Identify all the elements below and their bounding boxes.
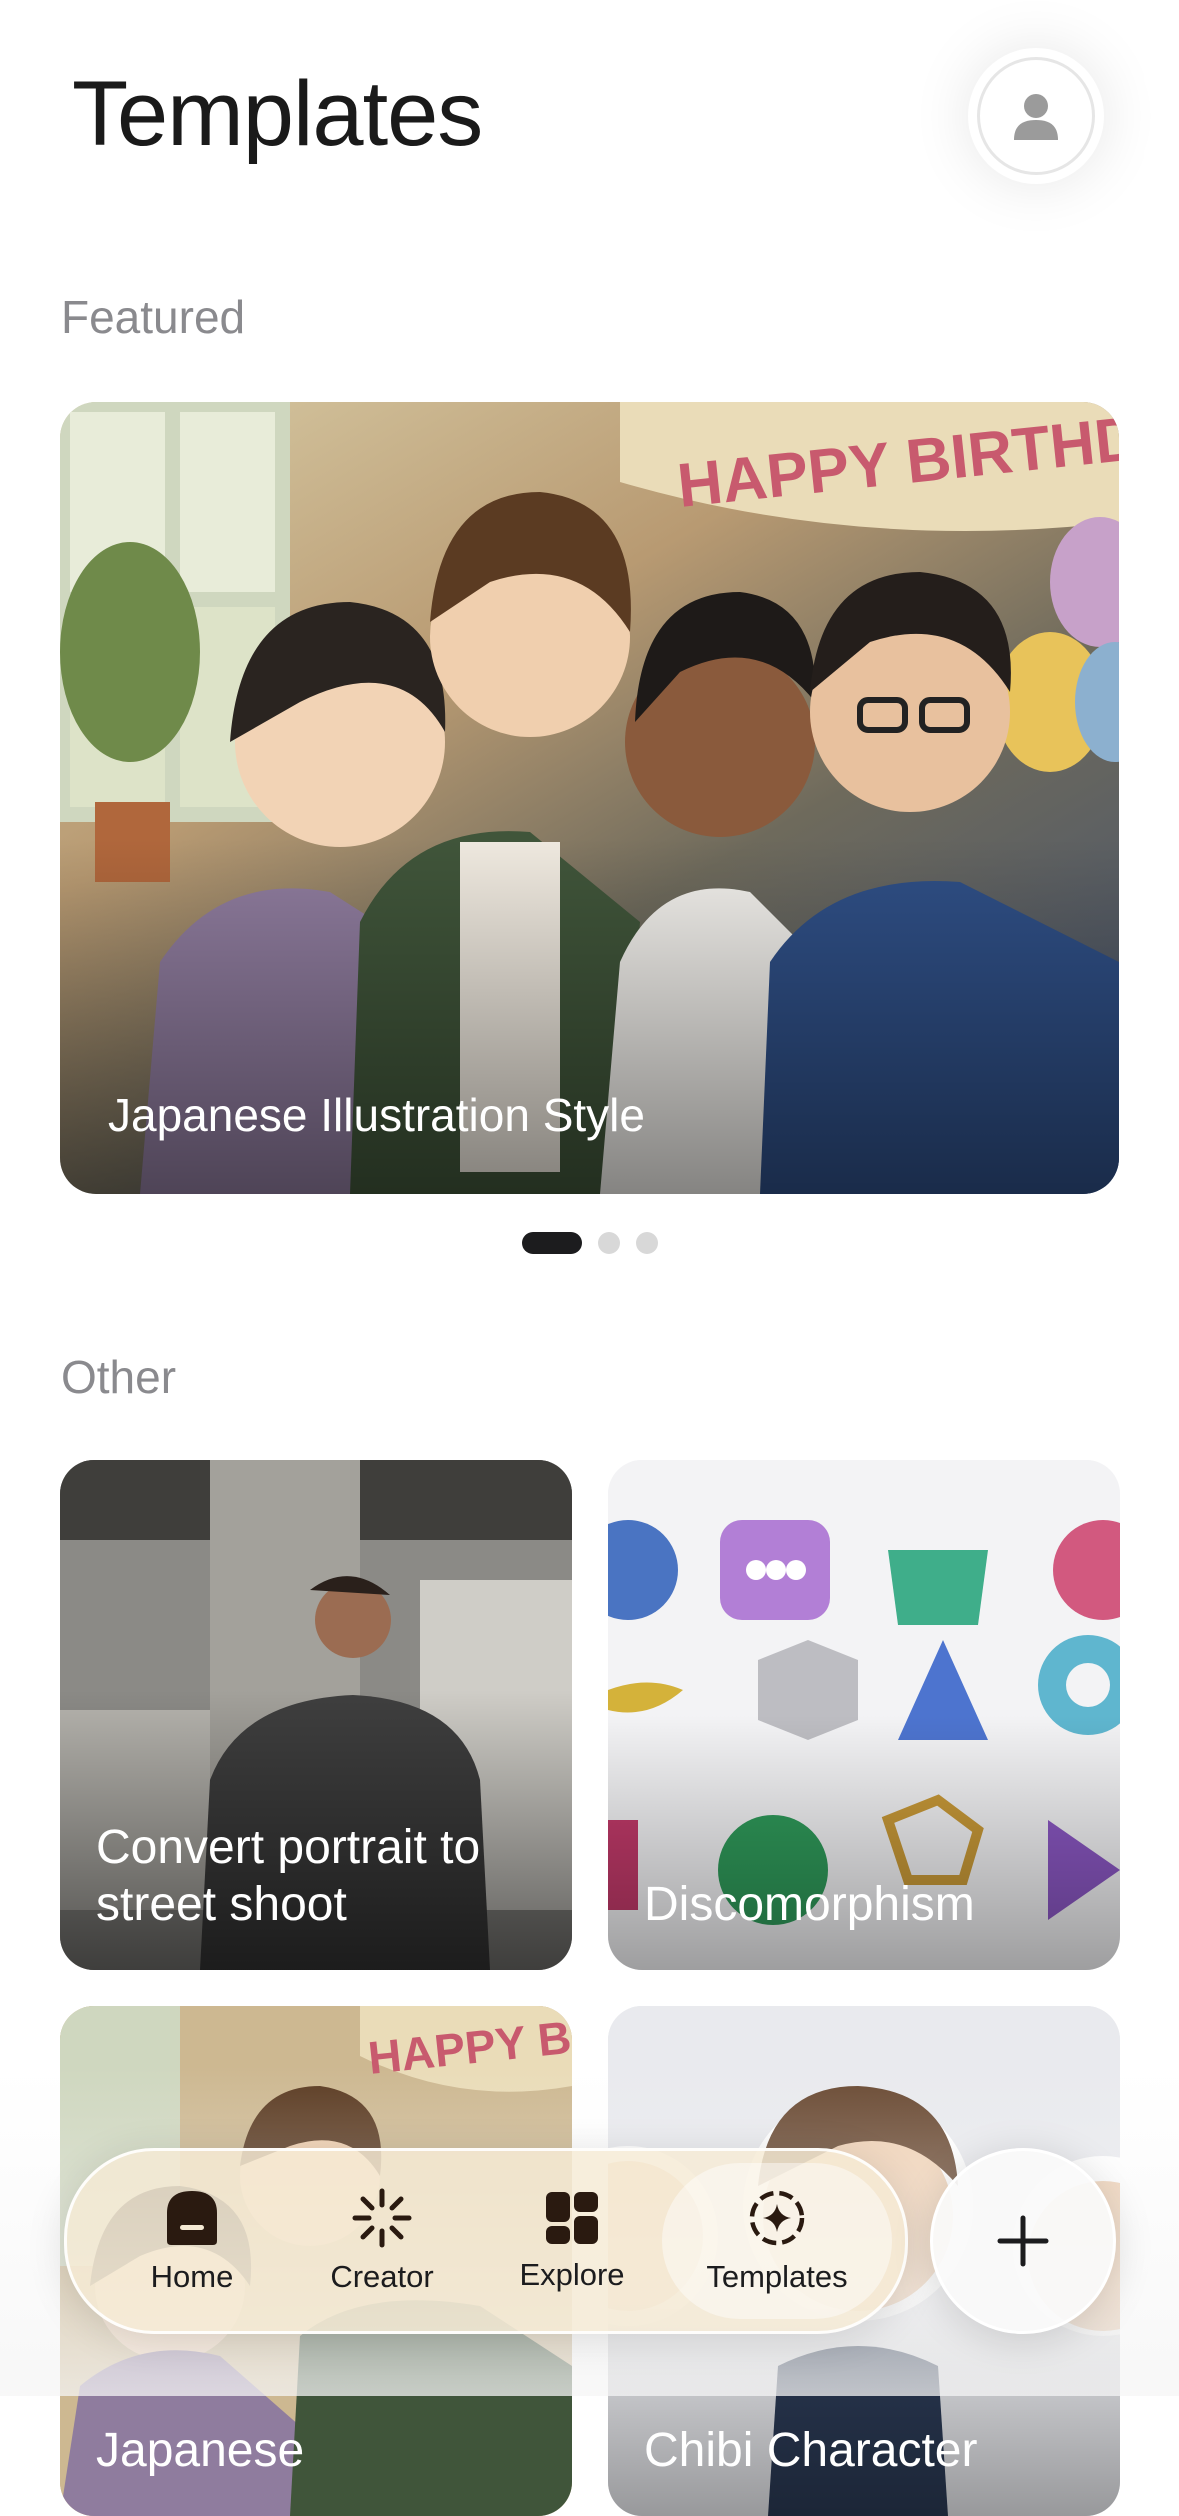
tile-caption: Chibi Character [644, 2424, 978, 2478]
featured-section-label: Featured [61, 291, 246, 343]
other-section-label: Other [61, 1351, 177, 1403]
tab-label: Templates [706, 2259, 848, 2294]
tab-explore[interactable]: Explore [477, 2151, 667, 2331]
create-button[interactable] [930, 2148, 1116, 2334]
sparkle-burst-icon [352, 2188, 412, 2248]
tab-bar: Home Creator Explore Templates [64, 2148, 908, 2334]
featured-caption: Japanese Illustration Style [108, 1089, 645, 1141]
plus-icon [997, 2215, 1049, 2267]
tab-label: Home [150, 2259, 234, 2294]
carousel-indicator [0, 1232, 1179, 1254]
carousel-dot[interactable] [597, 1232, 620, 1254]
template-tile-street-shoot[interactable]: Convert portrait to street shoot [60, 1460, 572, 1970]
tab-label: Explore [519, 2257, 625, 2292]
featured-card[interactable]: HAPPY BIRTHDAY! Japanese Illustration St… [60, 402, 1119, 1194]
template-tile-discomorphism[interactable]: Discomorphism [608, 1460, 1120, 1970]
tab-label: Creator [330, 2259, 434, 2294]
profile-button[interactable] [968, 48, 1104, 184]
carousel-dot[interactable] [635, 1232, 658, 1254]
avatar [977, 57, 1095, 175]
tile-caption: Japanese [96, 2424, 305, 2478]
tile-caption: Discomorphism [644, 1878, 975, 1932]
carousel-dot-active[interactable] [521, 1232, 582, 1254]
tile-caption: Convert portrait to street shoot [96, 1820, 481, 1932]
tab-creator[interactable]: Creator [287, 2151, 477, 2331]
grid-icon [546, 2192, 598, 2244]
tab-home[interactable]: Home [97, 2151, 287, 2331]
page-title: Templates [72, 63, 483, 165]
sparkle-circle-icon [749, 2190, 805, 2246]
tab-templates[interactable]: Templates [662, 2151, 892, 2331]
home-icon [167, 2191, 217, 2245]
person-icon [1014, 94, 1058, 140]
